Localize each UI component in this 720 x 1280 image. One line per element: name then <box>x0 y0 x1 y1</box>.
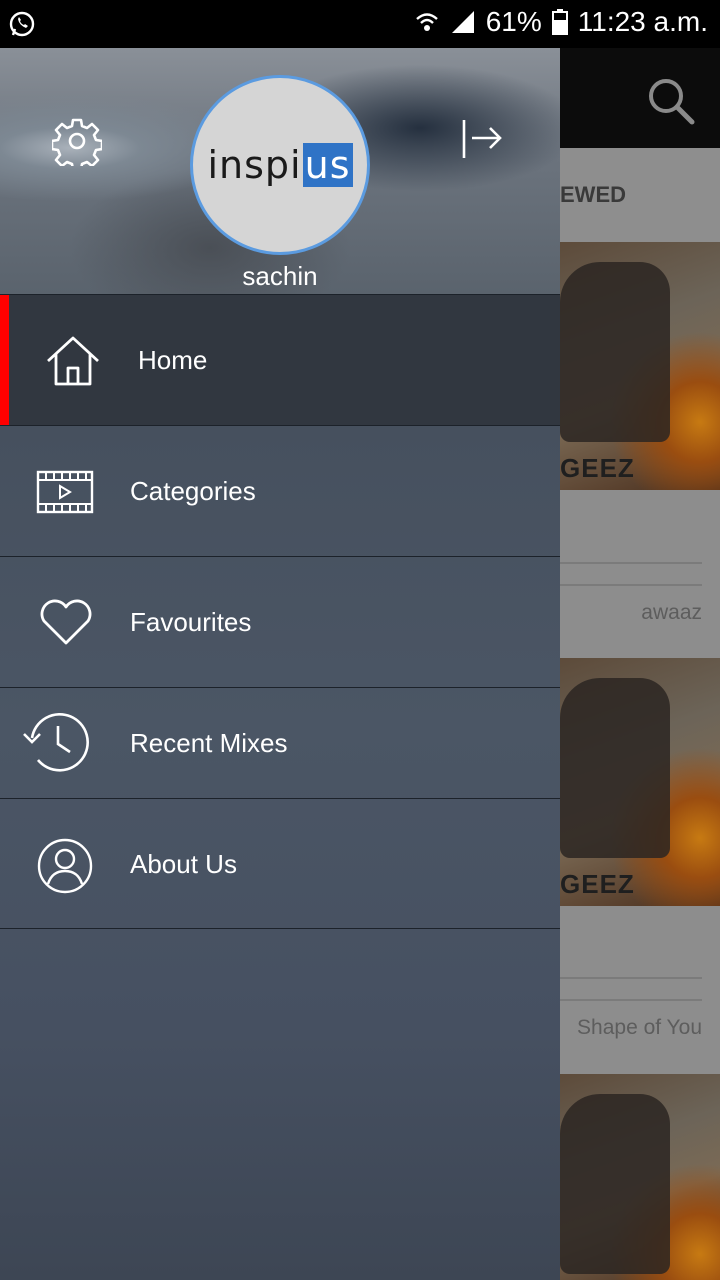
thumbnail-brand: GEEZ <box>560 453 635 483</box>
menu-item-favourites[interactable]: Favourites <box>0 556 560 687</box>
clock: 11:23 a.m. <box>577 6 708 37</box>
item-meta: Shape of You <box>577 1016 702 1039</box>
battery-text: 61% <box>485 6 542 37</box>
username: sachin <box>242 261 318 291</box>
menu-item-recent-mixes[interactable]: Recent Mixes <box>0 687 560 798</box>
thumbnail-brand: GEEZ <box>560 869 635 899</box>
home-icon <box>44 335 102 387</box>
menu-item-home[interactable]: Home <box>0 294 560 425</box>
menu-item-about-us[interactable]: About Us <box>0 798 560 929</box>
app-logo: inspi us <box>207 143 353 187</box>
divider <box>560 562 702 564</box>
logout-icon[interactable] <box>460 118 504 167</box>
film-icon <box>36 470 94 514</box>
menu-item-label: Categories <box>130 476 256 506</box>
drawer-menu: Home Categories Favourites Recent Mixes <box>0 294 560 929</box>
thumbnail[interactable]: GEEZ <box>560 242 720 490</box>
menu-item-categories[interactable]: Categories <box>0 425 560 556</box>
divider <box>560 999 702 1001</box>
user-icon <box>36 837 94 895</box>
heart-icon <box>38 599 94 647</box>
avatar[interactable]: inspi us <box>190 75 370 255</box>
active-indicator <box>0 295 9 425</box>
navigation-drawer: inspi us sachin Home Categories Favourit… <box>0 48 560 1280</box>
drawer-header: inspi us sachin <box>0 48 560 294</box>
thumbnail[interactable]: GEEZ <box>560 658 720 906</box>
menu-item-label: Favourites <box>130 607 252 637</box>
battery-icon <box>551 9 568 35</box>
menu-item-label: About Us <box>130 849 237 879</box>
menu-item-label: Home <box>138 345 208 375</box>
wifi-icon <box>414 9 440 35</box>
item-meta: awaaz <box>641 601 702 624</box>
whatsapp-icon <box>8 10 36 43</box>
divider <box>560 977 702 979</box>
status-bar: 61% 11:23 a.m. <box>0 0 720 48</box>
thumbnail[interactable] <box>560 1074 720 1280</box>
tab-most-viewed[interactable]: EWED <box>560 182 626 208</box>
divider <box>560 584 702 586</box>
signal-icon <box>450 9 476 35</box>
gear-icon[interactable] <box>50 116 104 172</box>
card-info <box>560 490 720 658</box>
menu-item-label: Recent Mixes <box>130 728 288 758</box>
history-icon <box>22 712 90 776</box>
card-info <box>560 906 720 1074</box>
search-icon[interactable] <box>646 76 696 131</box>
